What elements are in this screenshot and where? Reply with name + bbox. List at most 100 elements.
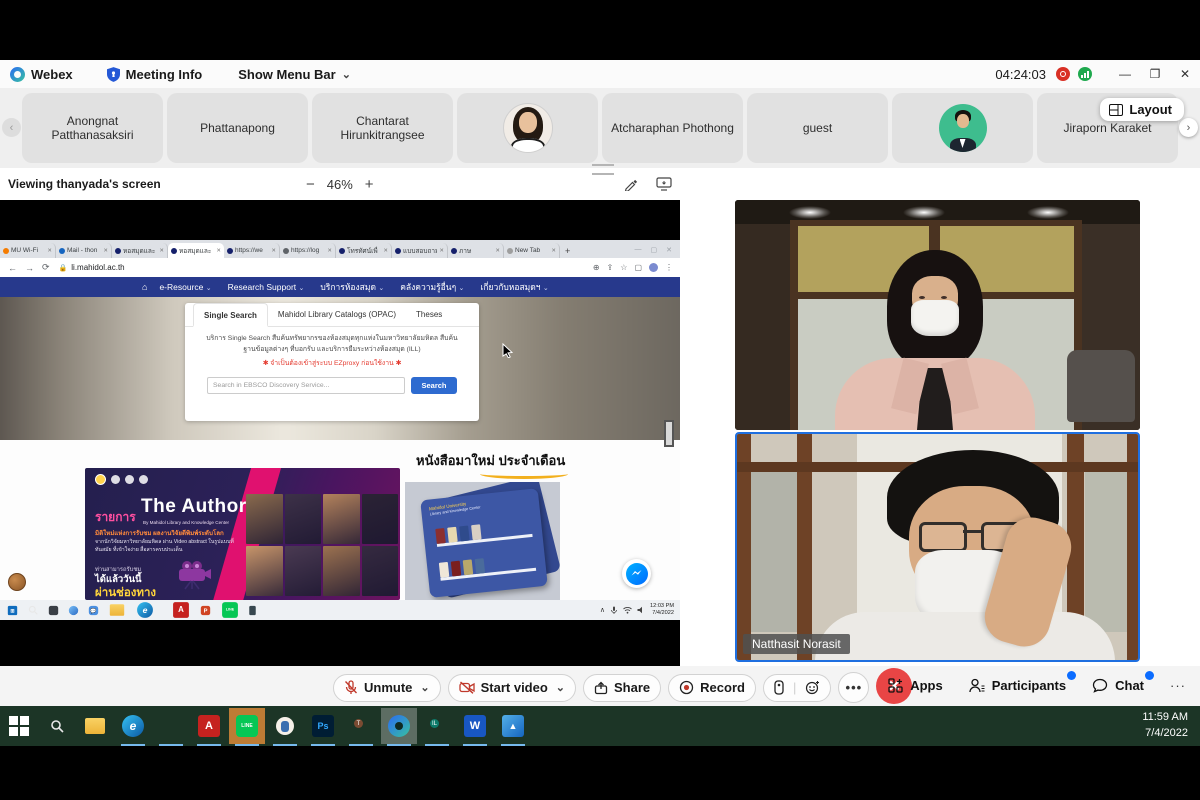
the-author-banner[interactable]: รายการ The Author By Mahidol Library and…: [85, 468, 400, 600]
participant-tile[interactable]: Chantarat Hirunkitrangsee: [312, 93, 453, 163]
url-box[interactable]: 🔒 li.mahidol.ac.th: [59, 263, 125, 272]
tray-expand-icon[interactable]: ∧: [600, 606, 605, 614]
phone-icon[interactable]: [249, 605, 255, 614]
photoshop-icon[interactable]: Ps: [304, 706, 342, 746]
chat-icon[interactable]: 💬: [89, 605, 98, 614]
widgets-icon[interactable]: [69, 605, 78, 614]
tab-close-icon[interactable]: ✕: [47, 248, 52, 254]
translate-icon[interactable]: ⊕: [593, 263, 600, 272]
nav-item[interactable]: Research Support ⌄: [228, 282, 305, 292]
line-icon[interactable]: LINE: [222, 602, 238, 618]
browser-tab[interactable]: MU Wi-Fi✕: [0, 243, 56, 258]
annotate-pen-icon[interactable]: [624, 177, 638, 191]
next-participants-button[interactable]: ›: [1179, 118, 1198, 137]
previous-participants-button[interactable]: ‹: [2, 118, 21, 137]
tab-close-icon[interactable]: ✕: [439, 248, 444, 254]
tab-close-icon[interactable]: ✕: [271, 248, 276, 254]
video-feed-top[interactable]: [735, 200, 1140, 430]
participant-tile[interactable]: [457, 93, 598, 163]
browser-tab[interactable]: โทรทัศน์เพื่✕: [336, 243, 392, 258]
tab-close-icon[interactable]: ✕: [159, 248, 164, 254]
participant-tile[interactable]: [892, 93, 1033, 163]
file-explorer-icon[interactable]: [110, 604, 124, 616]
word-icon[interactable]: W: [456, 706, 494, 746]
search-card-tab[interactable]: Single Search: [193, 303, 268, 327]
start-button[interactable]: ⊞: [8, 605, 17, 614]
zoom-in-button[interactable]: +: [365, 176, 374, 193]
meeting-info-button[interactable]: Meeting Info: [107, 67, 203, 82]
browser-menu-icon[interactable]: ⋮: [665, 263, 673, 272]
nav-item[interactable]: บริการห้องสมุด ⌄: [320, 280, 384, 294]
search-card-tab[interactable]: Theses: [406, 303, 452, 326]
side-panel-icon[interactable]: ▢: [634, 263, 642, 272]
participant-tile[interactable]: Atcharaphan Phothong: [602, 93, 743, 163]
mascot-app-icon[interactable]: [266, 706, 304, 746]
new-books-image[interactable]: Mahidol University Library and Knowledge…: [405, 482, 560, 600]
new-tab-button[interactable]: +: [565, 246, 570, 258]
chrome-profile-t-icon[interactable]: T: [342, 706, 380, 746]
task-view-icon[interactable]: [49, 605, 58, 614]
start-video-button[interactable]: Start video⌄: [448, 674, 576, 702]
browser-tab[interactable]: หอสมุดและ✕: [168, 243, 224, 258]
browser-tab[interactable]: แบบสอบถาม✕: [392, 243, 448, 258]
tab-close-icon[interactable]: ✕: [383, 248, 388, 254]
chrome-icon[interactable]: [152, 706, 190, 746]
participant-tile[interactable]: guest: [747, 93, 888, 163]
tab-close-icon[interactable]: ✕: [216, 248, 221, 254]
messenger-button[interactable]: [622, 559, 651, 588]
tab-close-icon[interactable]: ✕: [327, 248, 332, 254]
tab-close-icon[interactable]: ✕: [551, 248, 556, 254]
acrobat-icon[interactable]: A: [190, 706, 228, 746]
participant-tile[interactable]: Phattanapong: [167, 93, 308, 163]
line-icon[interactable]: LINE: [228, 706, 266, 746]
webex-icon[interactable]: [380, 706, 418, 746]
browser-tab[interactable]: https://we✕: [224, 243, 280, 258]
reload-icon[interactable]: ⟳: [42, 262, 50, 273]
edge-icon[interactable]: e: [114, 706, 152, 746]
chevron-down-icon[interactable]: ⌄: [556, 681, 565, 694]
nav-item[interactable]: e-Resource ⌄: [159, 282, 211, 292]
emoji-reactions-icon[interactable]: [805, 680, 820, 695]
minimize-button[interactable]: —: [1110, 60, 1140, 88]
photos-icon[interactable]: ▲: [494, 706, 532, 746]
nav-item[interactable]: เกี่ยวกับหอสมุดฯ ⌄: [480, 280, 548, 294]
tab-close-icon[interactable]: ✕: [103, 248, 108, 254]
browser-window-controls[interactable]: —▢✕: [635, 246, 681, 258]
search-button[interactable]: Search: [411, 377, 457, 394]
video-feed-active-speaker[interactable]: Natthasit Norasit: [735, 432, 1140, 662]
file-explorer-icon[interactable]: [76, 706, 114, 746]
page-scrollbar-handle[interactable]: [664, 420, 674, 447]
browser-tab[interactable]: หอสมุดและ✕: [112, 243, 168, 258]
back-icon[interactable]: ←: [8, 263, 17, 273]
remote-control-icon[interactable]: [774, 680, 784, 695]
display-icon[interactable]: [656, 177, 672, 191]
search-icon[interactable]: [38, 706, 76, 746]
search-icon[interactable]: [28, 605, 38, 615]
taskbar-clock[interactable]: 11:59 AM 7/4/2022: [1142, 710, 1200, 742]
unmute-button[interactable]: Unmute⌄: [333, 674, 441, 702]
chevron-down-icon[interactable]: ⌄: [420, 681, 429, 694]
nav-item[interactable]: คลังความรู้อื่นๆ ⌄: [400, 280, 464, 294]
overflow-menu-button[interactable]: ···: [1170, 678, 1186, 693]
layout-button[interactable]: Layout: [1100, 98, 1184, 121]
participants-button[interactable]: Participants: [969, 678, 1066, 693]
search-input[interactable]: [207, 377, 405, 394]
powerpoint-icon[interactable]: P: [201, 605, 210, 614]
bookmark-star-icon[interactable]: ☆: [620, 263, 627, 272]
start-button[interactable]: [0, 706, 38, 746]
share-page-icon[interactable]: ⇪: [607, 263, 614, 272]
share-button[interactable]: Share: [583, 674, 661, 702]
search-card-tab[interactable]: Mahidol Library Catalogs (OPAC): [268, 303, 406, 326]
apps-button[interactable]: Apps: [888, 678, 943, 693]
show-menu-bar-button[interactable]: Show Menu Bar ⌄: [238, 67, 351, 82]
browser-tab[interactable]: Mail - thon✕: [56, 243, 112, 258]
filmstrip-collapse-handle[interactable]: [592, 164, 614, 175]
maximize-button[interactable]: ❐: [1140, 60, 1170, 88]
chat-button[interactable]: Chat: [1092, 678, 1144, 693]
profile-avatar[interactable]: [649, 263, 658, 272]
more-options-button[interactable]: •••: [838, 672, 869, 703]
edge-icon[interactable]: e: [137, 602, 153, 618]
tab-close-icon[interactable]: ✕: [495, 248, 500, 254]
browser-tab[interactable]: https://log✕: [280, 243, 336, 258]
forward-icon[interactable]: →: [25, 263, 34, 273]
